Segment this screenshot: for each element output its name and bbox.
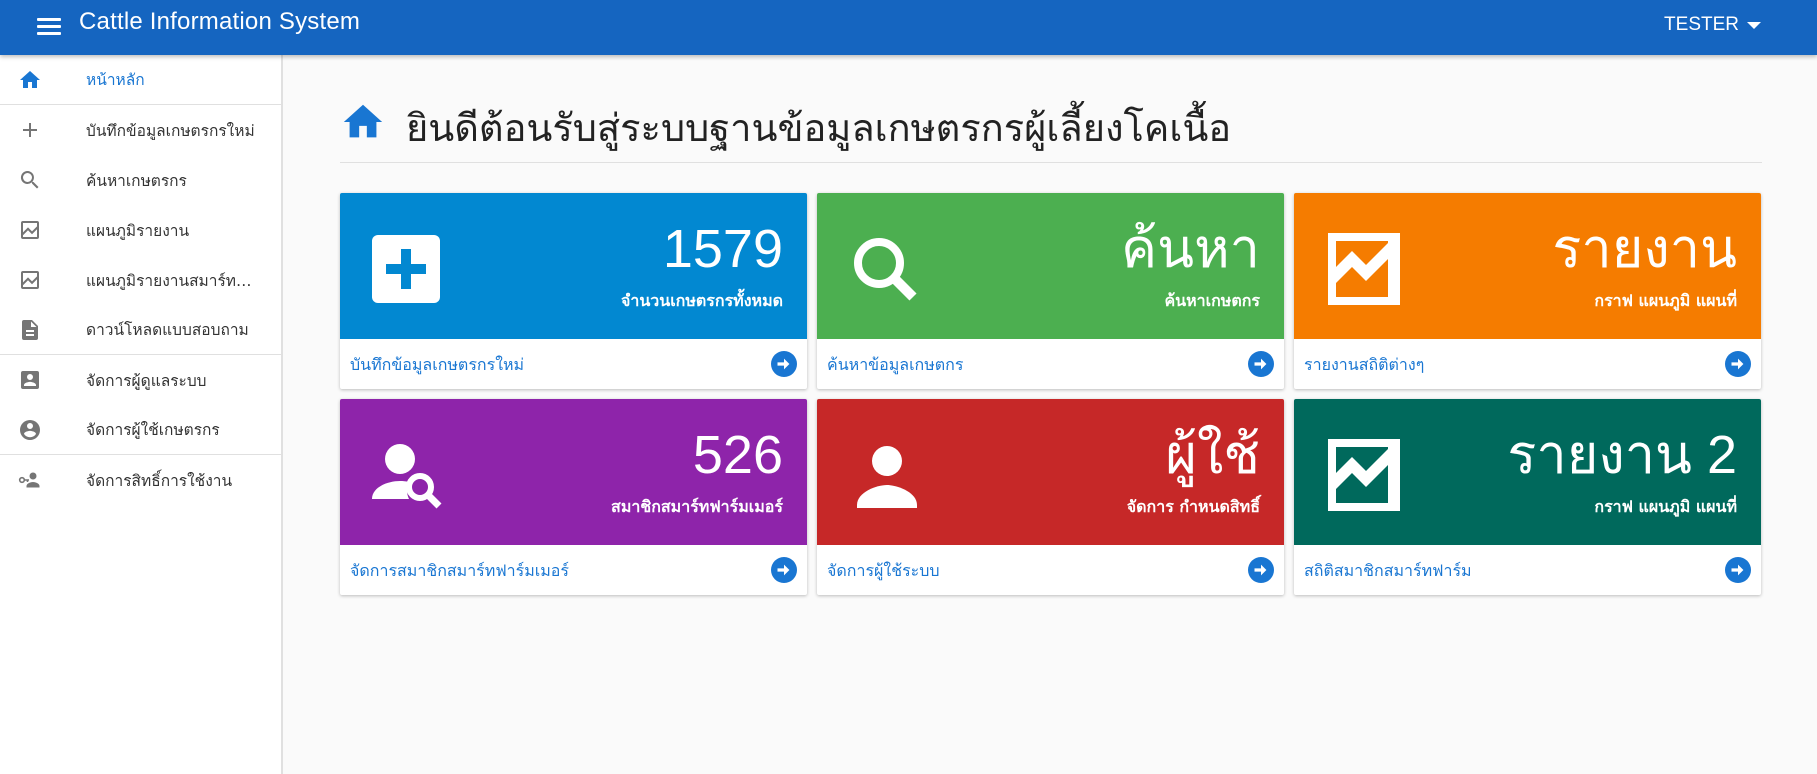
sidebar-item-home[interactable]: หน้าหลัก bbox=[0, 55, 281, 105]
sidebar-item-permissions[interactable]: จัดการสิทธิ์การใช้งาน bbox=[0, 455, 281, 505]
card-subtitle: ค้นหาเกษตกร bbox=[1164, 291, 1260, 310]
sidebar-item-report-chart[interactable]: แผนภูมิรายงาน bbox=[0, 205, 281, 255]
card-link-label: บันทึกข้อมูลเกษตรกรใหม่ bbox=[350, 355, 525, 374]
account-box-icon bbox=[21, 371, 39, 389]
card-smartfarm-members: 526 สมาชิกสมาร์ทฟาร์มเมอร์ จัดการสมาชิกส… bbox=[340, 399, 807, 595]
sidebar-item-label: แผนภูมิรายงานสมาร์ทฟาร์ม bbox=[86, 271, 261, 290]
card-link-new-farmer[interactable]: บันทึกข้อมูลเกษตรกรใหม่ bbox=[340, 339, 807, 389]
card-link-label: จัดการผู้ใช้ระบบ bbox=[827, 561, 940, 580]
card-value: รายงาน 2 bbox=[1507, 425, 1737, 485]
card-value: ค้นหา bbox=[1121, 219, 1260, 279]
card-value: 526 bbox=[692, 425, 783, 485]
search-icon bbox=[20, 171, 39, 189]
search-icon bbox=[854, 238, 917, 301]
card-link-label: รายงานสถิติต่างๆ bbox=[1304, 355, 1425, 374]
card-link-search[interactable]: ค้นหาข้อมูลเกษตกร bbox=[817, 339, 1284, 389]
card-header: รายงาน กราฟ แผนภูมิ แผนที่ bbox=[1294, 193, 1761, 339]
card-header: ผู้ใช้ จัดการ กำหนดสิทธิ์ bbox=[817, 399, 1284, 545]
card-farmer-count: 1579 จำนวนเกษตรกรทั้งหมด บันทึกข้อมูลเกษ… bbox=[340, 193, 807, 389]
arrow-circle-right-icon bbox=[1248, 557, 1274, 583]
plus-icon bbox=[23, 123, 37, 137]
chart-icon bbox=[1328, 233, 1400, 305]
menu-icon[interactable] bbox=[35, 14, 63, 40]
arrow-circle-right-icon bbox=[771, 351, 797, 377]
page-header: ยินดีต้อนรับสู่ระบบฐานข้อมูลเกษตรกรผู้เล… bbox=[340, 91, 1762, 163]
app-title: Cattle Information System bbox=[79, 8, 361, 35]
card-link-smartfarm-stats[interactable]: สถิติสมาชิกสมาร์ทฟาร์ม bbox=[1294, 545, 1761, 595]
sidebar-item-label: ค้นหาเกษตรกร bbox=[86, 171, 187, 190]
sidebar-item-label: บันทึกข้อมูลเกษตรกรใหม่ bbox=[86, 121, 255, 140]
card-subtitle: สมาชิกสมาร์ทฟาร์มเมอร์ bbox=[611, 497, 783, 516]
page-title: ยินดีต้อนรับสู่ระบบฐานข้อมูลเกษตรกรผู้เล… bbox=[406, 106, 1232, 150]
account-circle-icon bbox=[20, 420, 40, 440]
sidebar-item-label: ดาวน์โหลดแบบสอบถาม bbox=[86, 321, 249, 339]
arrow-circle-right-icon bbox=[1725, 557, 1751, 583]
card-search: ค้นหา ค้นหาเกษตกร ค้นหาข้อมูลเกษตกร bbox=[817, 193, 1284, 389]
card-header: รายงาน 2 กราฟ แผนภูมิ แผนที่ bbox=[1294, 399, 1761, 545]
card-value: 1579 bbox=[662, 219, 783, 279]
sidebar-item-farmer-users[interactable]: จัดการผู้ใช้เกษตรกร bbox=[0, 405, 281, 455]
home-icon bbox=[343, 104, 383, 138]
arrow-circle-right-icon bbox=[1725, 351, 1751, 377]
card-subtitle: กราฟ แผนภูมิ แผนที่ bbox=[1594, 497, 1737, 516]
app-bar: Cattle Information System TESTER bbox=[0, 0, 1817, 55]
card-link-label: ค้นหาข้อมูลเกษตกร bbox=[827, 355, 964, 374]
card-report-2: รายงาน 2 กราฟ แผนภูมิ แผนที่ สถิติสมาชิก… bbox=[1294, 399, 1761, 595]
caret-down-icon bbox=[1747, 21, 1761, 29]
arrow-circle-right-icon bbox=[771, 557, 797, 583]
card-users: ผู้ใช้ จัดการ กำหนดสิทธิ์ จัดการผู้ใช้ระ… bbox=[817, 399, 1284, 595]
sidebar-item-label: แผนภูมิรายงาน bbox=[86, 221, 190, 240]
sidebar-item-label: จัดการผู้ดูแลระบบ bbox=[86, 371, 207, 390]
add-box-icon bbox=[372, 235, 440, 303]
user-name: TESTER bbox=[1664, 14, 1739, 35]
chart-icon bbox=[21, 221, 39, 239]
card-link-smartfarm-members[interactable]: จัดการสมาชิกสมาร์ทฟาร์มเมอร์ bbox=[340, 545, 807, 595]
card-header: ค้นหา ค้นหาเกษตกร bbox=[817, 193, 1284, 339]
sidebar-item-search-farmer[interactable]: ค้นหาเกษตรกร bbox=[0, 155, 281, 205]
card-value: ผู้ใช้ bbox=[1165, 425, 1260, 485]
sidebar-item-admins[interactable]: จัดการผู้ดูแลระบบ bbox=[0, 355, 281, 405]
chart-icon bbox=[1328, 439, 1400, 511]
card-subtitle: กราฟ แผนภูมิ แผนที่ bbox=[1594, 291, 1737, 310]
card-subtitle: จัดการ กำหนดสิทธิ์ bbox=[1126, 497, 1260, 516]
card-subtitle: จำนวนเกษตรกรทั้งหมด bbox=[620, 291, 783, 310]
sidebar-item-label: จัดการผู้ใช้เกษตรกร bbox=[86, 421, 220, 439]
person-icon bbox=[857, 446, 917, 508]
card-header: 526 สมาชิกสมาร์ทฟาร์มเมอร์ bbox=[340, 399, 807, 545]
sidebar-item-label: หน้าหลัก bbox=[86, 71, 145, 89]
sidebar-item-new-farmer[interactable]: บันทึกข้อมูลเกษตรกรใหม่ bbox=[0, 105, 281, 155]
card-link-users[interactable]: จัดการผู้ใช้ระบบ bbox=[817, 545, 1284, 595]
chart-icon bbox=[21, 271, 39, 289]
person-search-icon bbox=[372, 444, 442, 509]
home-icon bbox=[20, 71, 40, 88]
sidebar-item-label: จัดการสิทธิ์การใช้งาน bbox=[86, 471, 233, 490]
card-header: 1579 จำนวนเกษตรกรทั้งหมด bbox=[340, 193, 807, 339]
sidebar: หน้าหลัก บันทึกข้อมูลเกษตรกรใหม่ ค้นหาเก… bbox=[0, 55, 283, 774]
main-content: ยินดีต้อนรับสู่ระบบฐานข้อมูลเกษตรกรผู้เล… bbox=[285, 55, 1817, 774]
card-value: รายงาน bbox=[1552, 219, 1737, 279]
sidebar-item-smartfarm-chart[interactable]: แผนภูมิรายงานสมาร์ทฟาร์ม bbox=[0, 255, 281, 305]
card-report: รายงาน กราฟ แผนภูมิ แผนที่ รายงานสถิติต่… bbox=[1294, 193, 1761, 389]
key-person-icon bbox=[18, 472, 40, 488]
card-link-label: สถิติสมาชิกสมาร์ทฟาร์ม bbox=[1304, 561, 1472, 580]
sidebar-item-download[interactable]: ดาวน์โหลดแบบสอบถาม bbox=[0, 305, 281, 355]
document-icon bbox=[22, 320, 38, 340]
arrow-circle-right-icon bbox=[1248, 351, 1274, 377]
user-menu[interactable]: TESTER bbox=[1664, 14, 1761, 36]
card-link-report[interactable]: รายงานสถิติต่างๆ bbox=[1294, 339, 1761, 389]
card-link-label: จัดการสมาชิกสมาร์ทฟาร์มเมอร์ bbox=[350, 561, 569, 580]
